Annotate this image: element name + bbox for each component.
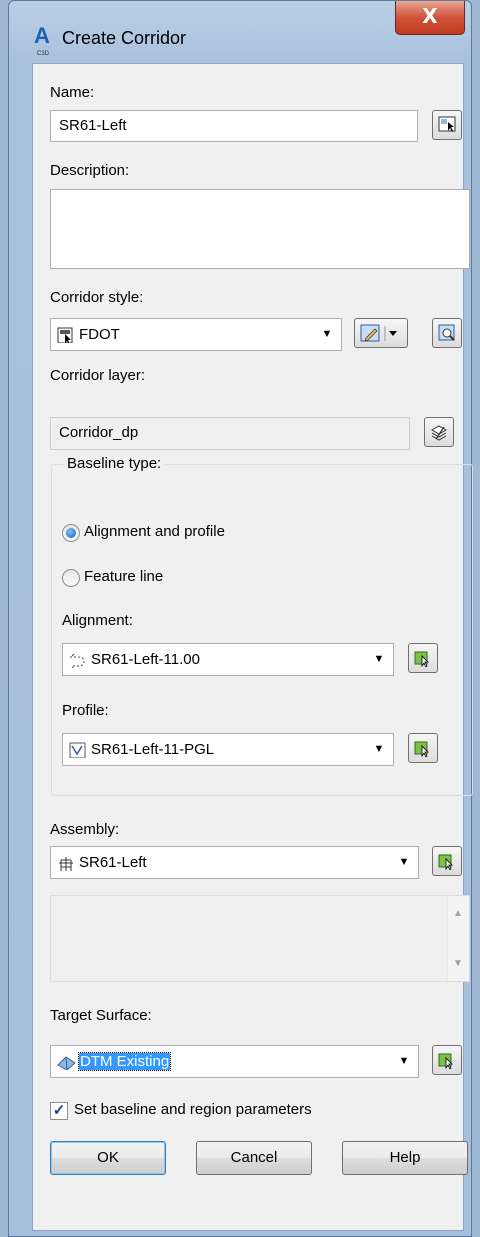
preview-magnifier-icon bbox=[438, 324, 455, 341]
profile-combo[interactable]: SR61-Left-11-PGL ▼ bbox=[62, 733, 394, 766]
pick-name-button[interactable] bbox=[432, 110, 462, 140]
corridor-layer-label: Corridor layer: bbox=[50, 367, 146, 384]
alignment-value: SR61-Left-11.00 bbox=[91, 651, 200, 668]
cancel-button[interactable]: Cancel bbox=[196, 1141, 312, 1175]
baseline-type-label: Baseline type: bbox=[63, 455, 166, 472]
alignment-and-profile-label[interactable]: Alignment and profile bbox=[84, 523, 225, 540]
chevron-down-icon[interactable]: ▼ bbox=[371, 644, 387, 675]
chevron-down-icon[interactable]: ▼ bbox=[371, 734, 387, 765]
feature-line-label[interactable]: Feature line bbox=[84, 568, 163, 585]
description-label: Description: bbox=[50, 162, 130, 179]
pick-assembly-button[interactable] bbox=[432, 846, 462, 876]
corridor-style-combo[interactable]: FDOT ▼ bbox=[50, 318, 342, 351]
set-baseline-checkbox[interactable]: ✓ bbox=[50, 1102, 68, 1120]
profile-icon bbox=[69, 742, 86, 758]
pick-from-drawing-icon bbox=[438, 1053, 453, 1069]
pick-profile-button[interactable] bbox=[408, 733, 438, 763]
civil3d-app-icon: A C3D bbox=[34, 23, 50, 58]
corridor-layer-field: Corridor_dp bbox=[50, 417, 410, 450]
name-template-icon bbox=[438, 116, 456, 132]
scroll-up-arrow-icon[interactable]: ▲ bbox=[453, 908, 463, 919]
pick-surface-button[interactable] bbox=[432, 1045, 462, 1075]
target-surface-value: DTM Existing bbox=[77, 1052, 172, 1071]
dialog-client-area: Name: SR61-Left Description: Corridor st… bbox=[32, 63, 473, 1231]
layer-button[interactable] bbox=[424, 417, 454, 447]
close-button[interactable]: X bbox=[395, 1, 465, 35]
assembly-icon bbox=[59, 857, 73, 871]
surface-icon bbox=[57, 1056, 75, 1070]
profile-value: SR61-Left-11-PGL bbox=[91, 741, 215, 758]
alignment-combo[interactable]: SR61-Left-11.00 ▼ bbox=[62, 643, 394, 676]
ok-button[interactable]: OK bbox=[50, 1141, 166, 1175]
name-input[interactable]: SR61-Left bbox=[50, 110, 418, 142]
pick-alignment-button[interactable] bbox=[408, 643, 438, 673]
corridor-style-label: Corridor style: bbox=[50, 289, 144, 306]
radio-alignment-and-profile[interactable] bbox=[62, 524, 80, 542]
name-label: Name: bbox=[50, 84, 95, 101]
description-textarea[interactable] bbox=[50, 189, 470, 269]
alignment-label: Alignment: bbox=[62, 612, 133, 629]
alignment-icon bbox=[70, 653, 85, 668]
pick-from-drawing-icon bbox=[414, 741, 429, 757]
pick-from-drawing-icon bbox=[414, 651, 429, 667]
assembly-label: Assembly: bbox=[50, 821, 120, 838]
corridor-style-icon bbox=[57, 327, 73, 343]
target-surface-label: Target Surface: bbox=[50, 1007, 152, 1024]
edit-style-dropdown-button[interactable] bbox=[354, 318, 408, 348]
layers-icon bbox=[430, 425, 448, 441]
window-title: Create Corridor bbox=[62, 28, 187, 48]
chevron-down-icon[interactable]: ▼ bbox=[319, 319, 335, 350]
pick-from-drawing-icon bbox=[438, 854, 453, 870]
radio-feature-line[interactable] bbox=[62, 569, 80, 587]
chevron-down-icon[interactable]: ▼ bbox=[396, 1046, 412, 1077]
help-button[interactable]: Help bbox=[342, 1141, 468, 1175]
assembly-combo[interactable]: SR61-Left ▼ bbox=[50, 846, 419, 879]
assembly-value: SR61-Left bbox=[79, 854, 147, 871]
edit-style-icon bbox=[360, 324, 397, 342]
assembly-description-area: ▲ ▼ bbox=[50, 895, 470, 982]
target-surface-combo[interactable]: DTM Existing ▼ bbox=[50, 1045, 419, 1078]
chevron-down-icon[interactable]: ▼ bbox=[396, 847, 412, 878]
scroll-down-arrow-icon[interactable]: ▼ bbox=[453, 958, 463, 969]
profile-label: Profile: bbox=[62, 702, 109, 719]
create-corridor-dialog: A C3D Create Corridor X Name: SR61-Left D… bbox=[8, 0, 473, 1237]
preview-style-button[interactable] bbox=[432, 318, 462, 348]
corridor-style-value: FDOT bbox=[79, 326, 120, 343]
assembly-description-scrollbar[interactable]: ▲ ▼ bbox=[447, 896, 469, 981]
set-baseline-label[interactable]: Set baseline and region parameters bbox=[74, 1101, 312, 1118]
